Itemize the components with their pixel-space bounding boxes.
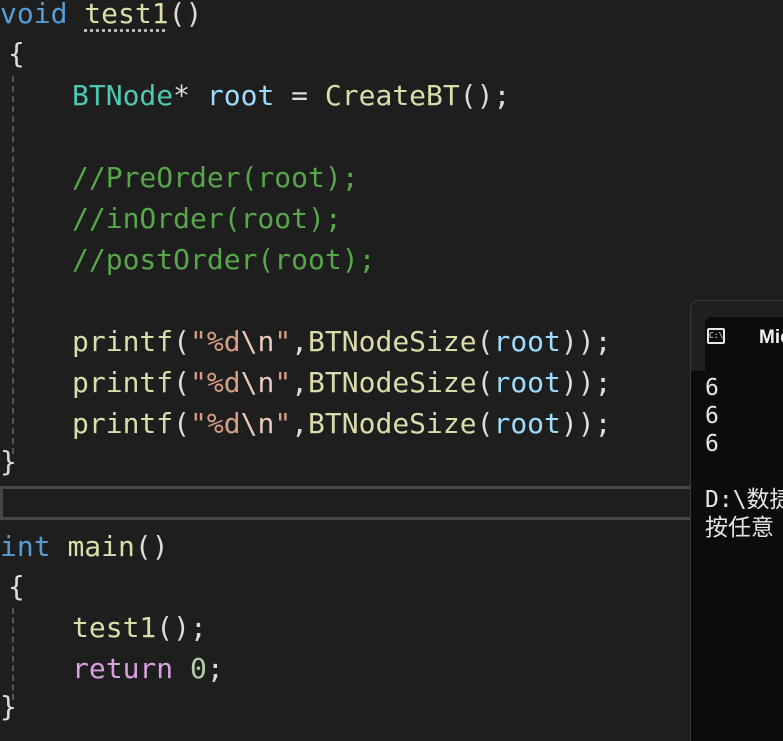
code-line[interactable]: } [0,686,17,727]
punctuation: , [291,366,309,399]
function-name: test1 [72,611,157,644]
code-line[interactable]: } [0,441,17,482]
code-line[interactable]: printf("%d\n",BTNodeSize(root)); [0,362,611,403]
punctuation: ( [476,407,494,440]
punctuation: (); [459,79,511,112]
function-name: printf [72,366,174,399]
console-output-line: 6 [705,403,719,429]
console-output-line: 6 [705,431,719,457]
variable: root [493,407,561,440]
keyword: void [0,0,68,30]
open-brace: { [8,570,25,603]
function-name: printf [72,325,174,358]
assign: = [274,79,325,112]
format-spec: %d [206,325,241,358]
escape-sequence: \n [240,366,275,399]
code-line[interactable]: void test1() [0,0,202,34]
punctuation: , [291,407,309,440]
open-brace: { [8,37,25,70]
code-line[interactable]: //PreOrder(root); [0,157,359,198]
punctuation: ( [476,366,494,399]
current-line-highlight [0,486,783,520]
console-window[interactable]: C:\ Mic 6 6 6 D:\数捷 按任意 [690,300,783,741]
code-line[interactable]: { [0,33,25,74]
code-line[interactable]: //inOrder(root); [0,198,342,239]
comment: //inOrder(root); [72,202,342,235]
code-line[interactable]: //postOrder(root); [0,239,375,280]
close-brace: } [0,445,17,478]
string-quote: " [190,407,207,440]
function-name: printf [72,407,174,440]
format-spec: %d [206,407,241,440]
code-line[interactable]: int main() [0,526,169,567]
function-name: BTNodeSize [308,325,477,358]
code-line[interactable]: printf("%d\n",BTNodeSize(root)); [0,321,611,362]
code-line[interactable]: printf("%d\n",BTNodeSize(root)); [0,403,611,444]
code-line[interactable]: return 0; [0,648,224,689]
punctuation: () [168,0,203,30]
console-prompt-line: 按任意 [705,515,774,541]
function-name: BTNodeSize [308,407,477,440]
variable: root [493,366,561,399]
punctuation: )); [560,366,612,399]
pointer-star: * [173,79,191,112]
escape-sequence: \n [240,325,275,358]
code-editor[interactable]: void test1() { BTNode* root = CreateBT()… [0,0,783,734]
escape-sequence: \n [240,407,275,440]
code-line[interactable]: BTNode* root = CreateBT(); [0,75,510,116]
punctuation: ( [173,325,191,358]
code-line[interactable]: { [0,566,25,607]
string-quote: " [190,325,207,358]
punctuation: )); [560,325,612,358]
string-quote: " [190,366,207,399]
punctuation: , [291,325,309,358]
variable: root [206,79,275,112]
punctuation: ( [476,325,494,358]
function-name[interactable]: test1 [84,0,168,30]
function-name: BTNodeSize [308,366,477,399]
punctuation: () [134,530,169,563]
type-name: BTNode [72,79,174,112]
console-title: Mic [759,327,783,348]
code-line[interactable]: test1(); [0,607,207,648]
console-output-line: 6 [705,375,719,401]
punctuation: ( [173,366,191,399]
comment: //postOrder(root); [72,243,376,276]
keyword: return [72,652,174,685]
comment: //PreOrder(root); [72,161,359,194]
punctuation: )); [560,407,612,440]
console-titlebar[interactable]: C:\ Mic [691,301,783,371]
variable: root [493,325,561,358]
string-quote: " [274,407,292,440]
string-quote: " [274,366,292,399]
number-literal: 0 [190,652,207,685]
punctuation: ; [206,652,224,685]
string-quote: " [274,325,292,358]
keyword: int [0,530,51,563]
punctuation: (); [156,611,207,644]
close-brace: } [0,690,17,723]
function-name: main [67,530,135,563]
format-spec: %d [206,366,241,399]
function-name: CreateBT [324,79,460,112]
console-path-line: D:\数捷 [705,487,783,513]
terminal-icon: C:\ [707,328,725,344]
punctuation: ( [173,407,191,440]
